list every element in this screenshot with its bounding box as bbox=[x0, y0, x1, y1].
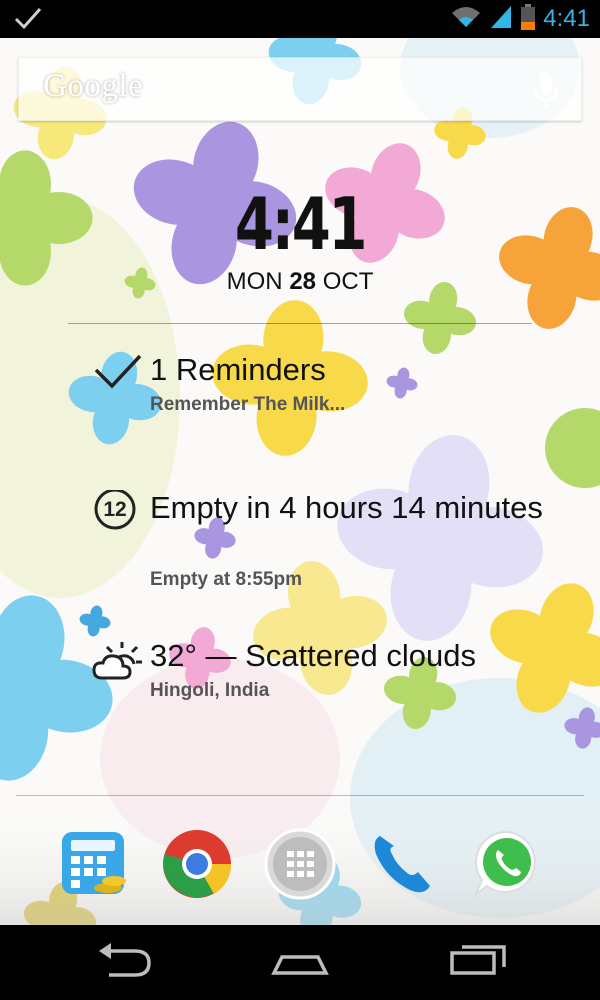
whatsapp-icon[interactable] bbox=[470, 826, 544, 900]
date-weekday: MON bbox=[226, 268, 283, 295]
battery-title: Empty in 4 hours 14 minutes bbox=[150, 490, 543, 525]
google-search-bar[interactable]: Google bbox=[18, 57, 582, 121]
back-icon[interactable] bbox=[95, 943, 155, 983]
clock-date: MON 28 OCT bbox=[0, 268, 600, 296]
battery-item[interactable]: 12 Empty in 4 hours 14 minutes Empty at … bbox=[92, 488, 562, 590]
weather-item[interactable]: 32° — Scattered clouds Hingoli, India bbox=[92, 638, 562, 708]
dock bbox=[0, 820, 600, 920]
mic-icon[interactable] bbox=[533, 72, 559, 114]
battery-icon bbox=[521, 4, 536, 34]
weather-title: 32° — Scattered clouds bbox=[150, 638, 477, 673]
chrome-icon[interactable] bbox=[160, 826, 234, 900]
date-day: 28 bbox=[289, 268, 317, 295]
google-logo[interactable]: Google bbox=[43, 68, 143, 105]
weather-subtitle: Hingoli, India bbox=[150, 680, 270, 701]
wifi-icon bbox=[451, 5, 481, 33]
signal-icon bbox=[489, 4, 513, 34]
checkmark-icon bbox=[92, 352, 144, 398]
reminders-item[interactable]: 1 Reminders Remember The Milk... bbox=[92, 352, 562, 422]
battery-timer-number: 12 bbox=[103, 498, 126, 521]
status-bar: 4:41 bbox=[0, 0, 600, 38]
date-month: OCT bbox=[322, 268, 374, 295]
reminders-subtitle: Remember The Milk... bbox=[150, 394, 346, 415]
reminders-title: 1 Reminders bbox=[150, 352, 326, 387]
home-icon[interactable] bbox=[270, 943, 330, 983]
clock-divider bbox=[68, 323, 532, 324]
partly-cloudy-icon bbox=[92, 638, 144, 684]
app-drawer-icon[interactable] bbox=[263, 826, 337, 900]
navigation-bar bbox=[0, 925, 600, 1000]
wallpaper bbox=[0, 38, 600, 925]
battery-subtitle: Empty at 8:55pm bbox=[150, 569, 303, 590]
recents-icon[interactable] bbox=[448, 943, 508, 983]
dock-divider bbox=[16, 795, 584, 796]
battery-timer-icon: 12 bbox=[92, 488, 144, 536]
phone-icon[interactable] bbox=[366, 826, 440, 900]
check-notification-icon[interactable] bbox=[14, 6, 42, 34]
status-time: 4:41 bbox=[543, 5, 590, 32]
clock-time[interactable]: 4:41 bbox=[66, 182, 534, 266]
calculator-icon[interactable] bbox=[58, 826, 132, 900]
